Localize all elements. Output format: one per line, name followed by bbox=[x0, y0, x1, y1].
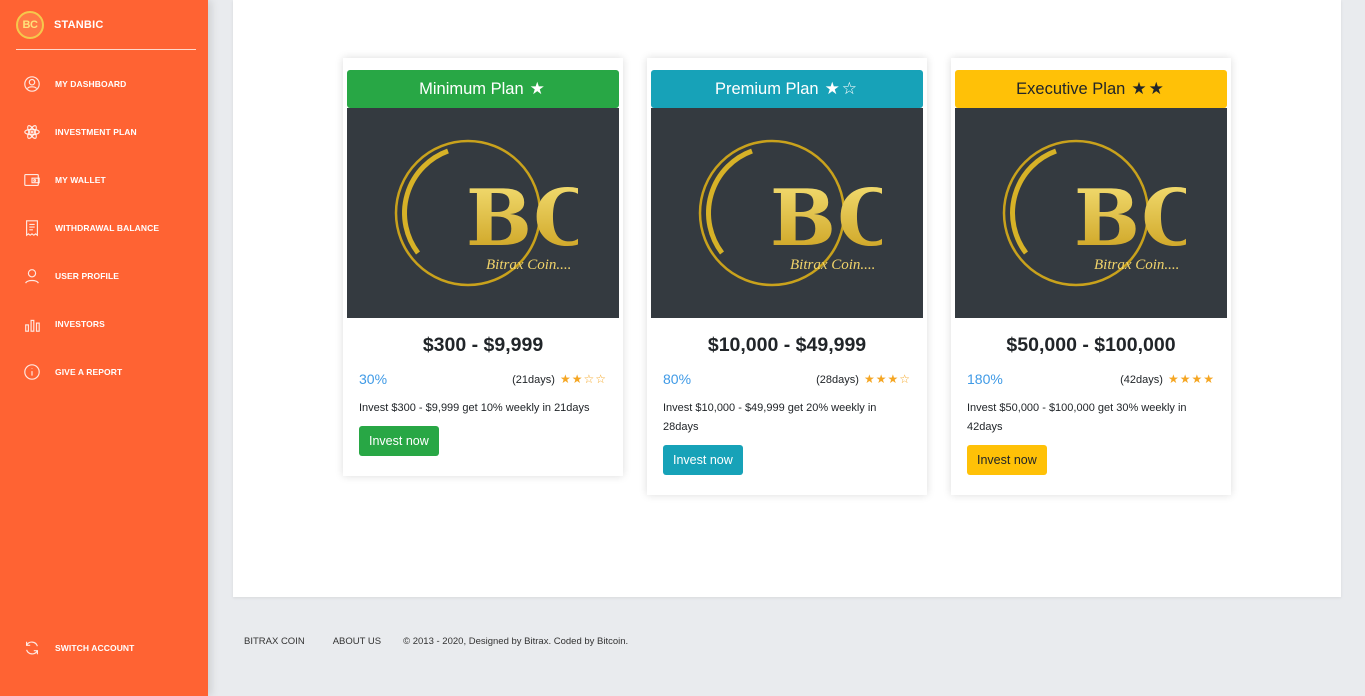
logo-monogram: BC bbox=[1074, 173, 1186, 264]
refresh-icon bbox=[22, 638, 42, 658]
plan-days: (28days) bbox=[816, 374, 859, 386]
sidebar-item-label: USER PROFILE bbox=[55, 271, 120, 281]
plan-rating-stars: ★★★★ bbox=[1167, 372, 1215, 386]
sidebar-item-dashboard[interactable]: MY DASHBOARD bbox=[0, 60, 208, 108]
invest-now-button[interactable]: Invest now bbox=[967, 445, 1047, 475]
plan-rate: 80% bbox=[663, 371, 692, 387]
sidebar-item-wallet[interactable]: MY WALLET bbox=[0, 156, 208, 204]
plan-price: $50,000 - $100,000 bbox=[1006, 334, 1176, 356]
sidebar-item-investors[interactable]: INVESTORS bbox=[0, 300, 208, 348]
footer-link-bitrax-coin[interactable]: BITRAX COIN bbox=[244, 636, 305, 647]
plan-header: Executive Plan ★★ bbox=[955, 70, 1227, 108]
info-icon bbox=[22, 362, 42, 382]
plan-description: Invest $10,000 - $49,999 get 20% weekly … bbox=[663, 402, 877, 433]
footer-link-about-us[interactable]: ABOUT US bbox=[333, 636, 381, 647]
sidebar-item-withdrawal-balance[interactable]: WITHDRAWAL BALANCE bbox=[0, 204, 208, 252]
plan-days: (42days) bbox=[1120, 374, 1163, 386]
logo-caption: Bitrax Coin.... bbox=[790, 257, 875, 273]
sidebar-item-label: INVESTORS bbox=[55, 319, 105, 329]
switch-account-button[interactable]: SWITCH ACCOUNT bbox=[0, 624, 208, 672]
sidebar-item-label: MY WALLET bbox=[55, 175, 106, 185]
footer-copyright: © 2013 - 2020, Designed by Bitrax. Coded… bbox=[403, 636, 629, 647]
plan-rate: 30% bbox=[359, 371, 388, 387]
plan-duration: (42days) ★★★★ bbox=[1120, 372, 1215, 386]
plan-title: Executive Plan bbox=[1016, 79, 1126, 98]
plan-card-minimum: Minimum Plan ★ BC Bitrax Coin.... $300 -… bbox=[343, 58, 623, 476]
footer: BITRAX COIN ABOUT US © 2013 - 2020, Desi… bbox=[244, 636, 628, 647]
sidebar-item-label: GIVE A REPORT bbox=[55, 367, 123, 377]
plan-header-stars: ★★ bbox=[1131, 79, 1166, 98]
plan-duration: (21days) ★★☆☆ bbox=[512, 372, 607, 386]
invest-now-button[interactable]: Invest now bbox=[359, 426, 439, 456]
sidebar-item-give-report[interactable]: GIVE A REPORT bbox=[0, 348, 208, 396]
switch-account-label: SWITCH ACCOUNT bbox=[55, 643, 135, 653]
sidebar-item-user-profile[interactable]: USER PROFILE bbox=[0, 252, 208, 300]
plan-header: Minimum Plan ★ bbox=[347, 70, 619, 108]
plan-duration: (28days) ★★★☆ bbox=[816, 372, 911, 386]
plan-header-stars: ★ bbox=[529, 79, 547, 98]
bitrax-coin-logo-image: BC Bitrax Coin.... bbox=[955, 108, 1227, 318]
logo-caption: Bitrax Coin.... bbox=[486, 257, 571, 273]
plan-card-executive: Executive Plan ★★ BC Bitrax Coin.... $50… bbox=[951, 58, 1231, 495]
plan-header-stars: ★☆ bbox=[824, 79, 860, 98]
plan-title: Premium Plan bbox=[714, 79, 819, 98]
sidebar-item-label: MY DASHBOARD bbox=[55, 79, 127, 89]
receipt-icon bbox=[22, 218, 42, 238]
atom-icon bbox=[22, 122, 42, 142]
dashboard-icon bbox=[22, 74, 42, 94]
plan-rating-stars: ★★☆☆ bbox=[559, 372, 607, 386]
sidebar-item-investment-plan[interactable]: INVESTMENT PLAN bbox=[0, 108, 208, 156]
main-panel: Minimum Plan ★ BC Bitrax Coin.... $300 -… bbox=[233, 0, 1341, 597]
plan-description: Invest $300 - $9,999 get 10% weekly in 2… bbox=[359, 402, 590, 414]
logo-monogram: BC bbox=[466, 173, 578, 264]
sidebar-item-label: WITHDRAWAL BALANCE bbox=[55, 223, 160, 233]
brand[interactable]: BC STANBIC bbox=[16, 0, 196, 50]
plan-price: $300 - $9,999 bbox=[422, 334, 544, 356]
bitrax-coin-logo-image: BC Bitrax Coin.... bbox=[347, 108, 619, 318]
plan-rating-stars: ★★★☆ bbox=[863, 372, 911, 386]
invest-now-button[interactable]: Invest now bbox=[663, 445, 743, 475]
plan-price: $10,000 - $49,999 bbox=[707, 334, 867, 356]
plan-title: Minimum Plan bbox=[419, 79, 524, 98]
plan-header: Premium Plan ★☆ bbox=[651, 70, 923, 108]
plan-card-premium: Premium Plan ★☆ BC Bitrax Coin.... $10,0… bbox=[647, 58, 927, 495]
wallet-icon bbox=[22, 170, 42, 190]
sidebar-nav: MY DASHBOARD INVESTMENT PLAN MY WALLET W… bbox=[0, 60, 208, 396]
brand-name: STANBIC bbox=[54, 18, 104, 31]
brand-logo: BC bbox=[16, 10, 44, 39]
plan-rate: 180% bbox=[967, 371, 1003, 387]
user-icon bbox=[22, 266, 42, 286]
bitrax-coin-logo-image: BC Bitrax Coin.... bbox=[651, 108, 923, 318]
plan-days: (21days) bbox=[512, 374, 555, 386]
logo-caption: Bitrax Coin.... bbox=[1094, 257, 1179, 273]
sidebar-item-label: INVESTMENT PLAN bbox=[55, 127, 137, 137]
bar-chart-icon bbox=[22, 314, 42, 334]
logo-monogram: BC bbox=[770, 173, 882, 264]
sidebar: BC STANBIC MY DASHBOARD INVESTMENT PLAN … bbox=[0, 0, 208, 696]
plan-description: Invest $50,000 - $100,000 get 30% weekly… bbox=[967, 402, 1187, 433]
